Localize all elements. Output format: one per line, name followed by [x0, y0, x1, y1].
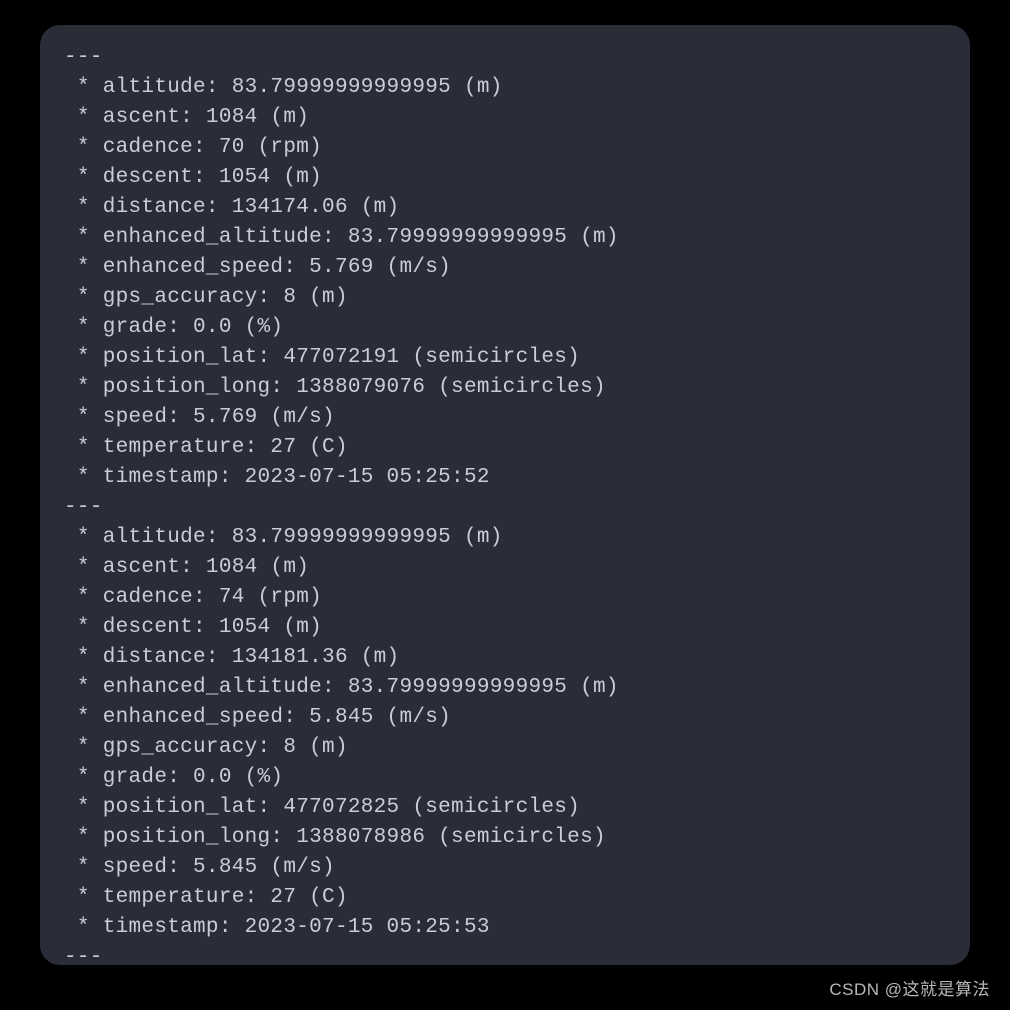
data-line: * position_long: 1388079076 (semicircles…	[64, 373, 946, 403]
data-line: * descent: 1054 (m)	[64, 613, 946, 643]
data-line: * position_lat: 477072825 (semicircles)	[64, 793, 946, 823]
data-line: * ascent: 1084 (m)	[64, 553, 946, 583]
data-line: * grade: 0.0 (%)	[64, 313, 946, 343]
data-line: * position_lat: 477072191 (semicircles)	[64, 343, 946, 373]
data-line: * position_long: 1388078986 (semicircles…	[64, 823, 946, 853]
data-line: * temperature: 27 (C)	[64, 883, 946, 913]
data-line: * speed: 5.769 (m/s)	[64, 403, 946, 433]
data-line: * timestamp: 2023-07-15 05:25:53	[64, 913, 946, 943]
data-line: * descent: 1054 (m)	[64, 163, 946, 193]
data-line: * distance: 134174.06 (m)	[64, 193, 946, 223]
data-line: * enhanced_altitude: 83.79999999999995 (…	[64, 673, 946, 703]
data-line: * gps_accuracy: 8 (m)	[64, 733, 946, 763]
data-line: * altitude: 83.79999999999995 (m)	[64, 73, 946, 103]
data-line: * cadence: 70 (rpm)	[64, 133, 946, 163]
watermark: CSDN @这就是算法	[829, 975, 990, 1000]
data-line: * enhanced_speed: 5.769 (m/s)	[64, 253, 946, 283]
data-line: * speed: 5.845 (m/s)	[64, 853, 946, 883]
data-line: * grade: 0.0 (%)	[64, 763, 946, 793]
terminal-output[interactable]: --- * altitude: 83.79999999999995 (m) * …	[40, 25, 970, 965]
data-line: * distance: 134181.36 (m)	[64, 643, 946, 673]
data-line: * altitude: 83.79999999999995 (m)	[64, 523, 946, 553]
data-line: * cadence: 74 (rpm)	[64, 583, 946, 613]
data-line: * enhanced_speed: 5.845 (m/s)	[64, 703, 946, 733]
record-separator: ---	[64, 43, 946, 73]
data-line: * enhanced_altitude: 83.79999999999995 (…	[64, 223, 946, 253]
data-line: * temperature: 27 (C)	[64, 433, 946, 463]
data-line: * gps_accuracy: 8 (m)	[64, 283, 946, 313]
record-separator: ---	[64, 493, 946, 523]
data-line: * timestamp: 2023-07-15 05:25:52	[64, 463, 946, 493]
data-line: * ascent: 1084 (m)	[64, 103, 946, 133]
record-separator: ---	[64, 943, 946, 965]
